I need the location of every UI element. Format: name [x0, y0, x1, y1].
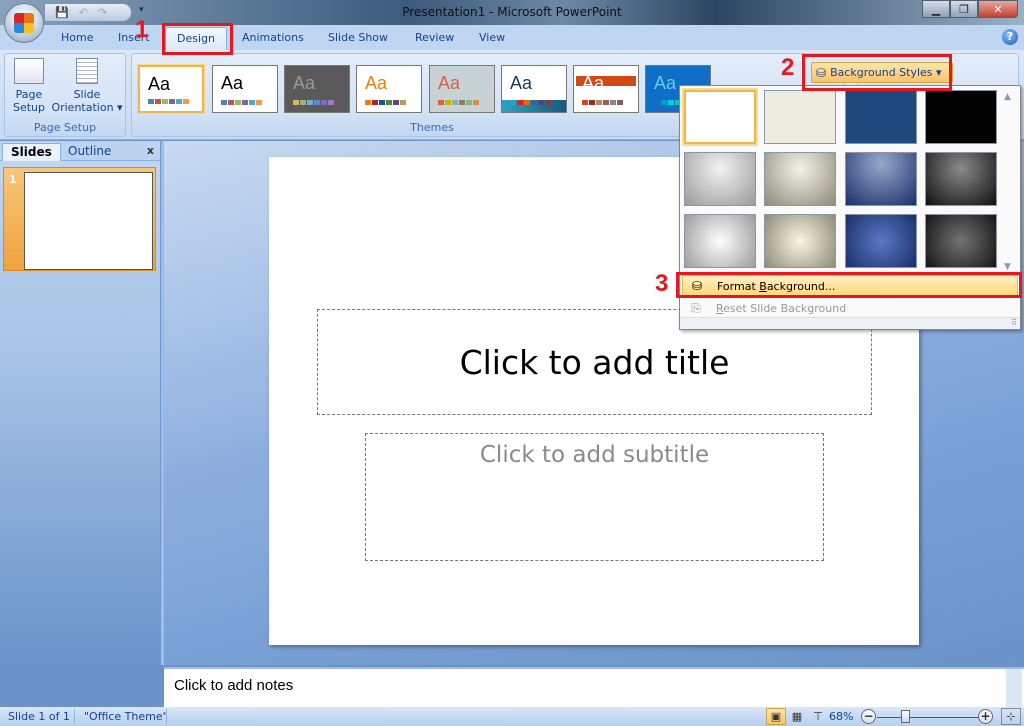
slide-thumbnail[interactable] — [24, 172, 153, 270]
close-pane-icon[interactable]: x — [147, 144, 154, 157]
theme-thumbnail[interactable]: Aa — [138, 65, 204, 113]
slides-pane: Slides Outline x 1 — [0, 141, 160, 665]
slide-count: Slide 1 of 1 — [8, 710, 70, 723]
background-style-swatch[interactable] — [925, 214, 997, 268]
theme-aa-label: Aa — [221, 73, 244, 93]
restore-button[interactable]: ❐ — [950, 0, 978, 18]
theme-thumbnail[interactable]: Aa — [356, 65, 422, 113]
background-style-swatch[interactable] — [764, 152, 836, 206]
theme-thumbnail[interactable]: Aa — [212, 65, 278, 113]
slide-show-button[interactable]: ⊤ — [808, 708, 828, 725]
gallery-scrollbar[interactable]: ▲ ▼ — [1002, 90, 1016, 272]
theme-color-swatches — [221, 100, 262, 105]
theme-thumbnail[interactable]: Aa — [284, 65, 350, 113]
notes-placeholder[interactable]: Click to add notes — [174, 677, 293, 694]
slide-orientation-button[interactable]: Slide Orientation ▾ — [51, 58, 123, 114]
annotation-box-background-styles — [802, 54, 952, 91]
theme-thumbnail[interactable]: Aa — [501, 65, 567, 113]
background-style-swatch[interactable] — [845, 214, 917, 268]
slide-number: 1 — [9, 173, 17, 186]
annotation-number-3: 3 — [655, 270, 669, 297]
tab-home[interactable]: Home — [61, 31, 93, 44]
theme-aa-label: Aa — [654, 73, 677, 93]
slide-show-icon: ⊤ — [813, 710, 823, 723]
tab-slide-show[interactable]: Slide Show — [328, 31, 388, 44]
slide-orientation-icon — [76, 58, 98, 84]
ribbon-tabs: Home Insert Design Animations Slide Show… — [0, 25, 1024, 50]
background-style-swatch[interactable] — [925, 152, 997, 206]
undo-icon[interactable]: ↶ — [79, 6, 88, 19]
theme-thumbnail[interactable]: Aa — [429, 65, 495, 113]
notes-scrollbar[interactable] — [1006, 669, 1022, 709]
fit-to-window-button[interactable]: ⊹ — [1001, 708, 1021, 725]
page-setup-icon — [14, 58, 44, 84]
subtitle-placeholder[interactable]: Click to add subtitle — [365, 433, 824, 561]
notes-pane[interactable]: Click to add notes — [164, 667, 1024, 709]
page-setup-group-label: Page Setup — [33, 121, 97, 134]
slide-sorter-button[interactable]: ▦ — [787, 708, 807, 725]
scroll-down-icon[interactable]: ▼ — [1004, 262, 1011, 272]
theme-aa-label: Aa — [148, 74, 171, 94]
annotation-box-design — [162, 23, 233, 55]
background-style-swatch[interactable] — [764, 90, 836, 144]
background-style-swatch[interactable] — [845, 152, 917, 206]
annotation-number-1: 1 — [135, 16, 149, 43]
theme-aa-label: Aa — [510, 73, 533, 93]
scroll-up-icon[interactable]: ▲ — [1004, 92, 1011, 102]
window-title: Presentation1 - Microsoft PowerPoint — [402, 5, 622, 19]
resize-grip-icon[interactable]: ⠿ — [1011, 318, 1017, 327]
zoom-in-button[interactable]: + — [978, 709, 993, 724]
tab-slides[interactable]: Slides — [2, 143, 61, 161]
slide-sorter-icon: ▦ — [791, 710, 803, 723]
tab-view[interactable]: View — [479, 31, 505, 44]
background-style-swatch[interactable] — [925, 90, 997, 144]
page-setup-button[interactable]: Page Setup — [9, 58, 49, 114]
theme-color-swatches — [148, 99, 189, 104]
reset-background-icon: ⎘ — [691, 300, 701, 315]
normal-view-icon: ▣ — [770, 710, 782, 723]
zoom-slider-thumb[interactable] — [900, 710, 910, 723]
theme-color-swatches — [293, 100, 334, 105]
theme-aa-label: Aa — [365, 73, 388, 93]
office-button[interactable] — [4, 3, 44, 43]
fit-window-icon: ⊹ — [1006, 710, 1016, 723]
help-icon[interactable]: ? — [1002, 29, 1018, 45]
reset-slide-background-menu-item: ⎘ Reset Slide Background — [682, 297, 1018, 319]
tab-outline[interactable]: Outline — [60, 143, 119, 161]
redo-icon[interactable]: ↷ — [98, 6, 107, 19]
page-setup-group: Page Setup Slide Orientation ▾ Page Setu… — [4, 53, 126, 137]
minimize-button[interactable]: ▁ — [922, 0, 950, 18]
background-style-swatch[interactable] — [684, 90, 756, 144]
theme-aa-label: Aa — [582, 73, 605, 93]
theme-aa-label: Aa — [293, 73, 316, 93]
theme-color-swatches — [438, 100, 479, 105]
background-style-swatch[interactable] — [764, 214, 836, 268]
theme-name[interactable]: "Office Theme" — [84, 710, 168, 723]
office-logo-icon — [14, 13, 34, 33]
background-style-swatch[interactable] — [845, 90, 917, 144]
tab-animations[interactable]: Animations — [242, 31, 304, 44]
zoom-slider[interactable] — [877, 717, 979, 718]
customize-qat-icon[interactable]: ▾ — [139, 5, 144, 15]
annotation-box-format-background — [676, 272, 1022, 298]
zoom-level[interactable]: 68% — [829, 710, 853, 723]
theme-color-swatches — [365, 100, 406, 105]
title-bar: Presentation1 - Microsoft PowerPoint ▁ ❐… — [0, 0, 1024, 25]
annotation-number-2: 2 — [781, 54, 795, 81]
themes-group-label: Themes — [410, 121, 454, 134]
theme-thumbnail[interactable]: Aa — [573, 65, 639, 113]
background-style-swatch[interactable] — [684, 214, 756, 268]
zoom-out-button[interactable]: − — [861, 709, 876, 724]
theme-color-swatches — [582, 100, 623, 105]
normal-view-button[interactable]: ▣ — [766, 708, 786, 725]
status-bar: Slide 1 of 1 "Office Theme" ▣ ▦ ⊤ 68% − … — [0, 707, 1024, 726]
background-style-swatch[interactable] — [684, 152, 756, 206]
tab-review[interactable]: Review — [415, 31, 454, 44]
theme-color-swatches — [510, 100, 551, 105]
quick-access-toolbar: 💾 ↶ ↷ — [44, 3, 132, 22]
slide-thumbnail-item[interactable]: 1 — [3, 167, 156, 271]
save-icon[interactable]: 💾 — [55, 6, 69, 19]
theme-aa-label: Aa — [438, 73, 461, 93]
close-button[interactable]: ✕ — [978, 0, 1018, 18]
